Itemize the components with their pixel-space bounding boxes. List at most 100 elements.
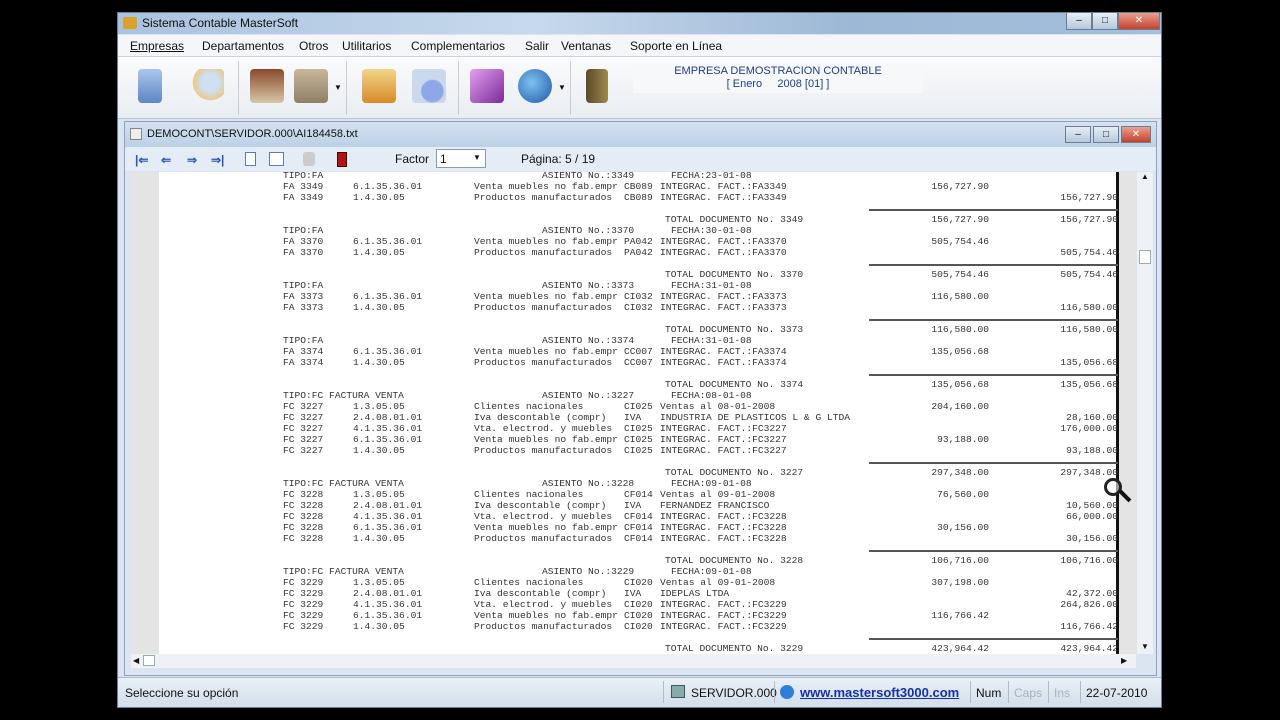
account-code: 1.3.05.05 [353, 489, 405, 500]
account-code: 1.4.30.05 [353, 192, 405, 203]
account-code: 6.1.35.36.01 [353, 434, 423, 445]
account-description: Productos manufacturados [474, 247, 613, 258]
total-credit: 297,348.00 [1060, 467, 1118, 478]
document-icon [130, 128, 142, 140]
account-code: 6.1.35.36.01 [353, 236, 423, 247]
detail: Ventas al 09-01-2008 [660, 489, 776, 500]
total-debit: 297,348.00 [931, 467, 989, 478]
account-description: Iva descontable (compr) [474, 500, 607, 511]
document-number: FA 3374 [283, 357, 324, 368]
menu-ventanas[interactable]: Ventanas [561, 39, 611, 53]
child-minimize-button[interactable]: – [1065, 126, 1091, 143]
document-total-label: TOTAL DOCUMENTO No. 3370 [665, 269, 804, 280]
detail: Ventas al 09-01-2008 [660, 577, 776, 588]
credit-amount: 28,160.00 [1066, 412, 1118, 423]
factor-select[interactable]: 1 ▼ [436, 149, 486, 168]
account-code: 1.3.05.05 [353, 577, 405, 588]
document-number: FC 3227 [283, 401, 324, 412]
print-icon[interactable] [303, 152, 315, 166]
minimize-button[interactable]: – [1066, 13, 1092, 30]
entry-date: FECHA:23-01-08 [671, 172, 752, 181]
toolbar: ▼ ▼ EMPRESA DEMOSTRACION CONTABLE [ Ener… [118, 57, 1161, 119]
total-separator-line [869, 319, 1118, 321]
menu-complementarios[interactable]: Complementarios [411, 39, 505, 53]
exit-door-icon[interactable] [586, 69, 608, 103]
document-total-label: TOTAL DOCUMENTO No. 3227 [665, 467, 804, 478]
company-name: EMPRESA DEMOSTRACION CONTABLE [674, 65, 882, 77]
account-code: 2.4.08.01.01 [353, 588, 423, 599]
tools-folder-icon[interactable] [362, 69, 396, 103]
status-bar: Seleccione su opción SERVIDOR.000 www.ma… [118, 677, 1161, 707]
ie-icon [780, 685, 794, 699]
website-link[interactable]: www.mastersoft3000.com [800, 685, 959, 700]
close-button[interactable]: ✕ [1118, 13, 1160, 30]
menu-otros[interactable]: Otros [299, 39, 328, 53]
reference: IVA [624, 588, 642, 599]
asiento-number: ASIENTO No.:3374 [542, 335, 635, 346]
total-debit: 135,056.68 [931, 379, 989, 390]
title-bar: Sistema Contable MasterSoft – □ ✕ [118, 13, 1161, 34]
reference: CI032 [624, 291, 653, 302]
calculator-icon[interactable] [138, 69, 162, 103]
menu-soporte-en-linea[interactable]: Soporte en Línea [630, 39, 722, 53]
reference: CF014 [624, 522, 653, 533]
clock-folder-icon[interactable] [294, 69, 328, 103]
server-icon [671, 685, 685, 698]
menu-utilitarios[interactable]: Utilitarios [342, 39, 391, 53]
reference: CI020 [624, 577, 653, 588]
menu-empresas[interactable]: Empresas [130, 39, 184, 53]
reference: IVA [624, 500, 642, 511]
company-period: [ Enero 2008 [01] ] [726, 78, 830, 90]
reference: CC007 [624, 346, 653, 357]
report-icon[interactable] [412, 69, 446, 103]
account-code: 6.1.35.36.01 [353, 181, 423, 192]
account-code: 1.4.30.05 [353, 247, 405, 258]
vertical-scrollbar[interactable]: ▲ ▼ [1137, 172, 1153, 654]
credit-amount: 10,560.00 [1066, 500, 1118, 511]
close-report-icon[interactable] [337, 152, 347, 167]
next-page-icon[interactable]: ⇒ [187, 153, 197, 167]
detail: IDEPLAS LTDA [660, 588, 730, 599]
num-lock-indicator: Num [976, 686, 1002, 700]
first-page-icon[interactable]: |⇐ [135, 153, 148, 167]
credit-amount: 66,000.00 [1066, 511, 1118, 522]
home-icon[interactable] [250, 69, 284, 103]
single-page-icon[interactable] [245, 152, 256, 166]
entry-type: TIPO:FC FACTURA VENTA [283, 478, 404, 489]
account-description: Vta. electrod. y muebles [474, 511, 613, 522]
document-number: FC 3227 [283, 445, 324, 456]
search-documents-icon[interactable] [190, 69, 224, 103]
document-number: FA 3373 [283, 302, 324, 313]
reference: CI020 [624, 599, 653, 610]
asiento-number: ASIENTO No.:3228 [542, 478, 635, 489]
horizontal-scrollbar[interactable]: ◀ ▶ [131, 654, 1136, 668]
last-page-icon[interactable]: ⇒| [211, 153, 224, 167]
document-number: FC 3229 [283, 577, 324, 588]
maximize-button[interactable]: □ [1092, 13, 1118, 30]
document-number: FA 3370 [283, 236, 324, 247]
entry-type: TIPO:FA [283, 172, 324, 181]
detail: INTEGRAC. FACT.:FC3228 [660, 522, 787, 533]
vertical-scroll-thumb[interactable] [1139, 250, 1151, 264]
detail: INTEGRAC. FACT.:FA3349 [660, 181, 787, 192]
document-number: FA 3374 [283, 346, 324, 357]
two-page-icon[interactable] [269, 152, 284, 166]
horizontal-scroll-thumb[interactable] [143, 655, 155, 666]
document-number: FC 3229 [283, 610, 324, 621]
help-book-icon[interactable] [470, 69, 504, 103]
viewer-toolbar: |⇐ ⇐ ⇒ ⇒| Factor 1 ▼ Página: 5 / 19 [125, 147, 1156, 171]
menu-departamentos[interactable]: Departamentos [202, 39, 284, 53]
document-number: FC 3227 [283, 434, 324, 445]
total-credit: 116,580.00 [1060, 324, 1118, 335]
previous-page-icon[interactable]: ⇐ [161, 153, 171, 167]
web-globe-icon[interactable] [518, 69, 552, 103]
menu-salir[interactable]: Salir [525, 39, 549, 53]
document-number: FA 3370 [283, 247, 324, 258]
document-total-label: TOTAL DOCUMENTO No. 3349 [665, 214, 804, 225]
report-viewer-window: DEMOCONT\SERVIDOR.000\AI184458.txt – □ ✕… [124, 121, 1157, 676]
account-description: Venta muebles no fab.empr [474, 236, 618, 247]
child-close-button[interactable]: ✕ [1121, 126, 1151, 143]
child-maximize-button[interactable]: □ [1093, 126, 1119, 143]
detail: INTEGRAC. FACT.:FC3229 [660, 621, 787, 632]
credit-amount: 135,056.68 [1060, 357, 1118, 368]
